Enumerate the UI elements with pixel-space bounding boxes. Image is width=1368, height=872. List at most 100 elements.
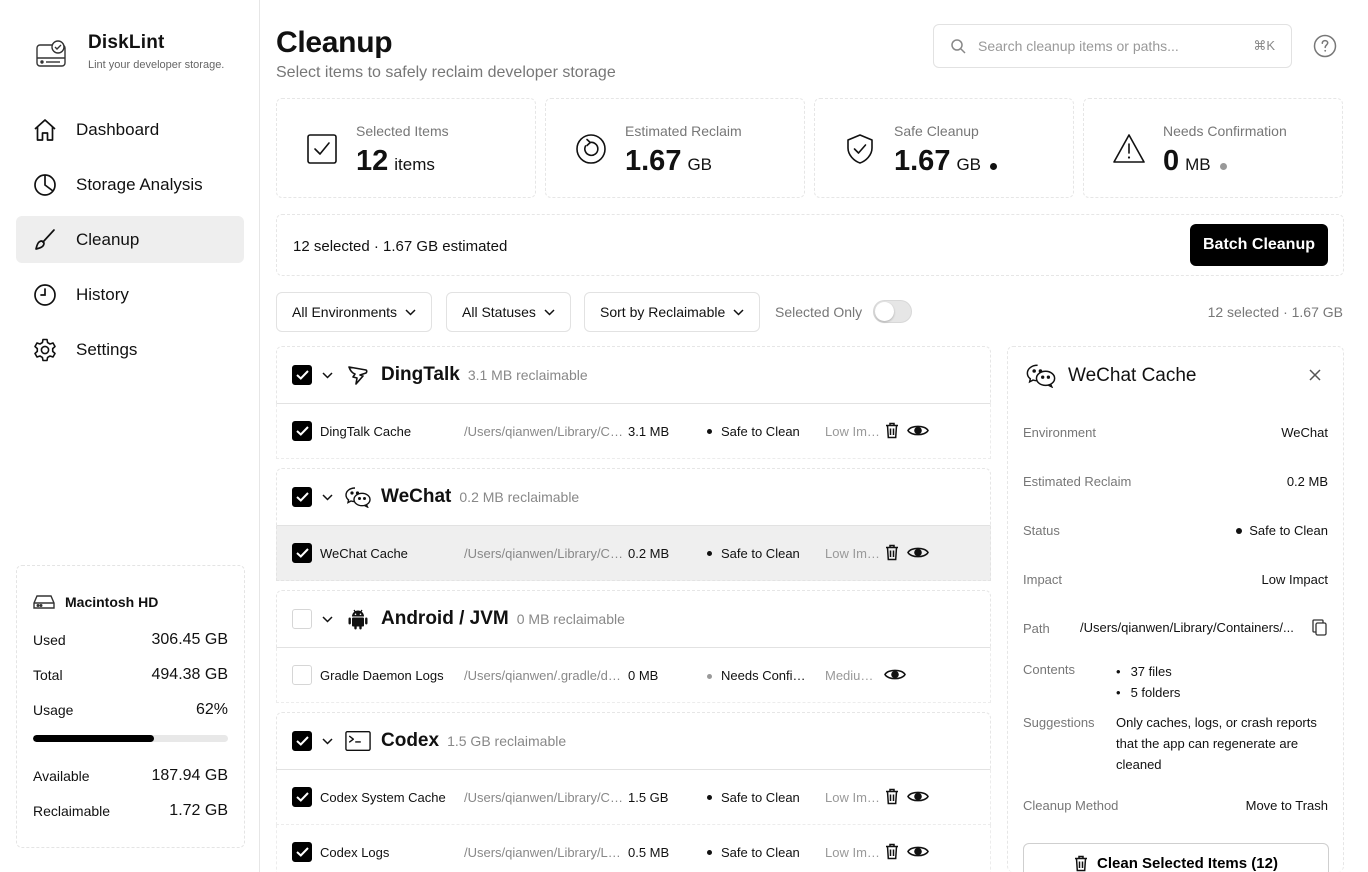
gear-icon xyxy=(32,337,58,363)
list-item[interactable]: DingTalk Cache /Users/qianwen/Library/Co… xyxy=(276,404,991,459)
trash-icon[interactable] xyxy=(885,788,899,805)
chevron-down-icon[interactable] xyxy=(322,737,333,745)
eye-icon[interactable] xyxy=(907,789,929,804)
item-name: DingTalk Cache xyxy=(320,423,412,439)
group-name: Codex xyxy=(381,730,440,751)
selected-only-label: Selected Only xyxy=(775,304,863,320)
disk-usage-row: Usage 62% xyxy=(33,692,228,727)
clean-selected-label: Clean Selected Items (12) xyxy=(1097,854,1278,872)
environment-filter[interactable]: All Environments xyxy=(276,292,433,332)
group-header-dingtalk[interactable]: DingTalk 3.1 MB reclaimable xyxy=(276,346,991,404)
chevron-down-icon[interactable] xyxy=(322,371,333,379)
nav-label: Dashboard xyxy=(76,119,160,139)
group-checkbox[interactable] xyxy=(292,731,312,751)
stat-value: 1.67 xyxy=(625,145,682,177)
shield-check-icon xyxy=(843,132,877,166)
search-box[interactable]: ⌘K xyxy=(933,24,1292,68)
group-header-android-jvm[interactable]: Android / JVM 0 MB reclaimable xyxy=(276,590,991,648)
detail-value: Low Impact xyxy=(1261,572,1328,587)
item-status: Needs Confirmation xyxy=(707,668,807,683)
batch-cleanup-button[interactable]: Batch Cleanup xyxy=(1190,224,1328,266)
eye-icon[interactable] xyxy=(884,667,906,682)
item-status-text: Safe to Clean xyxy=(721,844,800,860)
detail-impact-row: Impact Low Impact xyxy=(1023,572,1328,587)
item-name: Codex System Cache xyxy=(320,789,446,805)
detail-contents-list: 37 files 5 folders xyxy=(1116,661,1181,703)
stat-value: 1.67 xyxy=(894,145,951,177)
item-checkbox[interactable] xyxy=(292,665,312,685)
nav-item-history[interactable]: History xyxy=(16,271,244,318)
batch-bar: 12 selected · 1.67 GB estimated Batch Cl… xyxy=(276,214,1344,276)
contents-item: 37 files xyxy=(1116,661,1180,682)
selected-only-toggle[interactable] xyxy=(873,300,912,323)
status-filter[interactable]: All Statuses xyxy=(446,292,571,332)
home-icon xyxy=(32,117,58,143)
refresh-icon xyxy=(574,132,608,166)
group-checkbox[interactable] xyxy=(292,609,312,629)
trash-icon[interactable] xyxy=(885,544,899,561)
detail-value: Move to Trash xyxy=(1245,798,1328,813)
sort-select[interactable]: Sort by Reclaimable xyxy=(584,292,761,332)
group-checkbox[interactable] xyxy=(292,487,312,507)
disk-name: Macintosh HD xyxy=(65,594,159,610)
group-header-wechat[interactable]: WeChat 0.2 MB reclaimable xyxy=(276,468,991,526)
nav-item-settings[interactable]: Settings xyxy=(16,326,244,373)
help-icon[interactable] xyxy=(1313,34,1337,58)
item-status: Safe to Clean xyxy=(707,790,800,805)
close-icon[interactable] xyxy=(1309,369,1321,381)
item-size: 0.2 MB xyxy=(628,545,670,561)
stat-value: 0 xyxy=(1163,145,1180,177)
disk-available-value: 187.94 GB xyxy=(151,766,229,784)
eye-icon[interactable] xyxy=(907,545,929,560)
main-nav: Dashboard Storage Analysis Cleanup Histo… xyxy=(16,106,244,381)
item-checkbox[interactable] xyxy=(292,421,312,441)
list-item[interactable]: Codex Logs /Users/qianwen/Library/Logs/C… xyxy=(276,825,991,872)
disk-usage-card: Macintosh HD Used 306.45 GB Total 494.38… xyxy=(16,565,245,848)
checkbox-icon xyxy=(305,132,339,166)
trash-icon[interactable] xyxy=(885,422,899,439)
trash-icon[interactable] xyxy=(885,843,899,860)
item-status: Safe to Clean xyxy=(707,546,800,561)
clean-selected-button[interactable]: Clean Selected Items (12) xyxy=(1023,843,1329,872)
item-checkbox[interactable] xyxy=(292,787,312,807)
list-item[interactable]: WeChat Cache /Users/qianwen/Library/Cont… xyxy=(276,526,991,581)
dingtalk-icon xyxy=(345,362,371,388)
nav-item-dashboard[interactable]: Dashboard xyxy=(16,106,244,153)
group-name: Android / JVM xyxy=(381,608,509,629)
copy-icon[interactable] xyxy=(1312,619,1327,636)
detail-status-row: Status Safe to Clean xyxy=(1023,523,1328,538)
item-checkbox[interactable] xyxy=(292,543,312,563)
list-item[interactable]: Codex System Cache /Users/qianwen/Librar… xyxy=(276,770,991,825)
detail-panel: WeChat Cache Environment WeChat Estimate… xyxy=(1007,346,1344,872)
search-input[interactable] xyxy=(978,38,1254,54)
group-reclaimable: 0.2 MB reclaimable xyxy=(459,489,580,505)
item-path: /Users/qianwen/Library/Containers/DingTa… xyxy=(464,423,627,439)
chevron-down-icon[interactable] xyxy=(322,615,333,623)
nav-item-storage-analysis[interactable]: Storage Analysis xyxy=(16,161,244,208)
disk-total-value: 494.38 GB xyxy=(151,665,229,683)
group-checkbox[interactable] xyxy=(292,365,312,385)
item-size: 0.5 MB xyxy=(628,844,670,860)
status-dot xyxy=(707,550,712,556)
stat-label: Needs Confirmation xyxy=(1163,123,1287,139)
cleanup-list: DingTalk 3.1 MB reclaimable DingTalk Cac… xyxy=(276,346,991,872)
eye-icon[interactable] xyxy=(907,423,929,438)
detail-reclaim-row: Estimated Reclaim 0.2 MB xyxy=(1023,474,1328,489)
warning-icon xyxy=(1112,132,1146,166)
chevron-down-icon[interactable] xyxy=(322,493,333,501)
eye-icon[interactable] xyxy=(907,844,929,859)
disk-logo-icon xyxy=(34,36,70,72)
sidebar: DiskLint Lint your developer storage. Da… xyxy=(0,0,260,872)
list-item[interactable]: Gradle Daemon Logs /Users/qianwen/.gradl… xyxy=(276,648,991,703)
filter-label: All Environments xyxy=(292,304,398,320)
item-checkbox[interactable] xyxy=(292,842,312,862)
group-header-codex[interactable]: Codex 1.5 GB reclaimable xyxy=(276,712,991,770)
detail-title: WeChat Cache xyxy=(1068,364,1197,386)
group-name: DingTalk xyxy=(381,364,460,385)
nav-label: Settings xyxy=(76,339,138,359)
nav-item-cleanup[interactable]: Cleanup xyxy=(16,216,244,263)
wechat-icon xyxy=(1026,363,1056,388)
disk-available-label: Available xyxy=(33,767,90,784)
filter-label: Sort by Reclaimable xyxy=(600,304,726,320)
stat-safe-cleanup: Safe Cleanup 1.67 GB xyxy=(814,98,1074,198)
